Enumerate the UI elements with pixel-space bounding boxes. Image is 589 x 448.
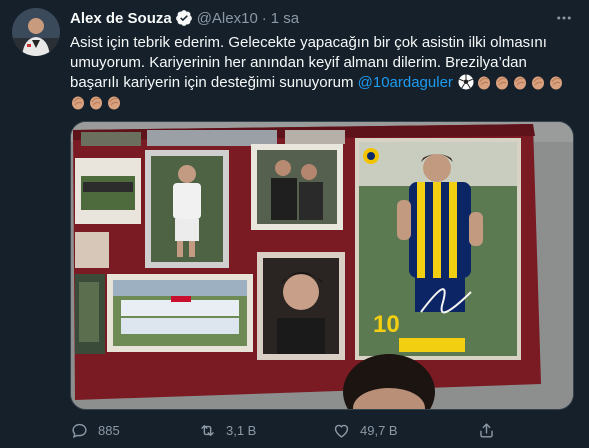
separator-dot: · <box>261 9 267 27</box>
clap-icon <box>88 94 104 110</box>
tweet-text-line <box>70 93 572 113</box>
tweet[interactable]: Alex de Souza @Alex10 · 1 sa Asist için … <box>0 0 589 448</box>
like-button[interactable]: 49,7 B <box>332 418 398 442</box>
author-handle[interactable]: @Alex10 <box>197 10 258 27</box>
clap-icon <box>548 74 564 90</box>
mention-link[interactable]: @10ardaguler <box>358 74 453 91</box>
tweet-actions: 885 3,1 B 49,7 B <box>58 418 558 442</box>
tweet-text-line: Asist için tebrik ederim. Gelecekte yapa… <box>70 34 547 51</box>
clap-icon <box>512 74 528 90</box>
tweet-text: Asist için tebrik ederim. Gelecekte yapa… <box>70 33 572 113</box>
tweet-text-line: başarılı kariyerin için desteğimi sunuyo… <box>70 73 572 93</box>
tweet-photo[interactable]: 10 <box>70 121 574 410</box>
avatar[interactable] <box>12 8 60 56</box>
tweet-text-segment: başarılı kariyerin için desteğimi sunuyo… <box>70 74 358 91</box>
clap-icon <box>70 94 86 110</box>
soccer-ball-icon <box>458 74 474 90</box>
share-button[interactable] <box>477 418 505 442</box>
retweet-button[interactable]: 3,1 B <box>198 418 256 442</box>
reply-count: 885 <box>98 422 120 438</box>
heart-icon <box>334 424 349 438</box>
clap-icon <box>106 94 122 110</box>
clap-icon <box>476 74 492 90</box>
tweet-text-line: umuyorum. Kariyerinin her anından keyif … <box>70 54 527 71</box>
clap-icon <box>530 74 546 90</box>
reply-button[interactable]: 885 <box>70 418 120 442</box>
more-options-icon[interactable] <box>553 8 575 28</box>
verified-badge-icon <box>175 9 193 27</box>
retweet-count: 3,1 B <box>226 422 257 438</box>
author-name[interactable]: Alex de Souza <box>70 10 172 27</box>
tweet-header: Alex de Souza @Alex10 · 1 sa <box>70 8 299 28</box>
retweet-icon <box>201 424 214 436</box>
share-icon <box>480 422 493 438</box>
like-count: 49,7 B <box>360 422 398 438</box>
svg-text:10: 10 <box>373 311 400 338</box>
clap-icon <box>494 74 510 90</box>
reply-icon <box>72 423 87 438</box>
timestamp[interactable]: 1 sa <box>271 10 299 27</box>
